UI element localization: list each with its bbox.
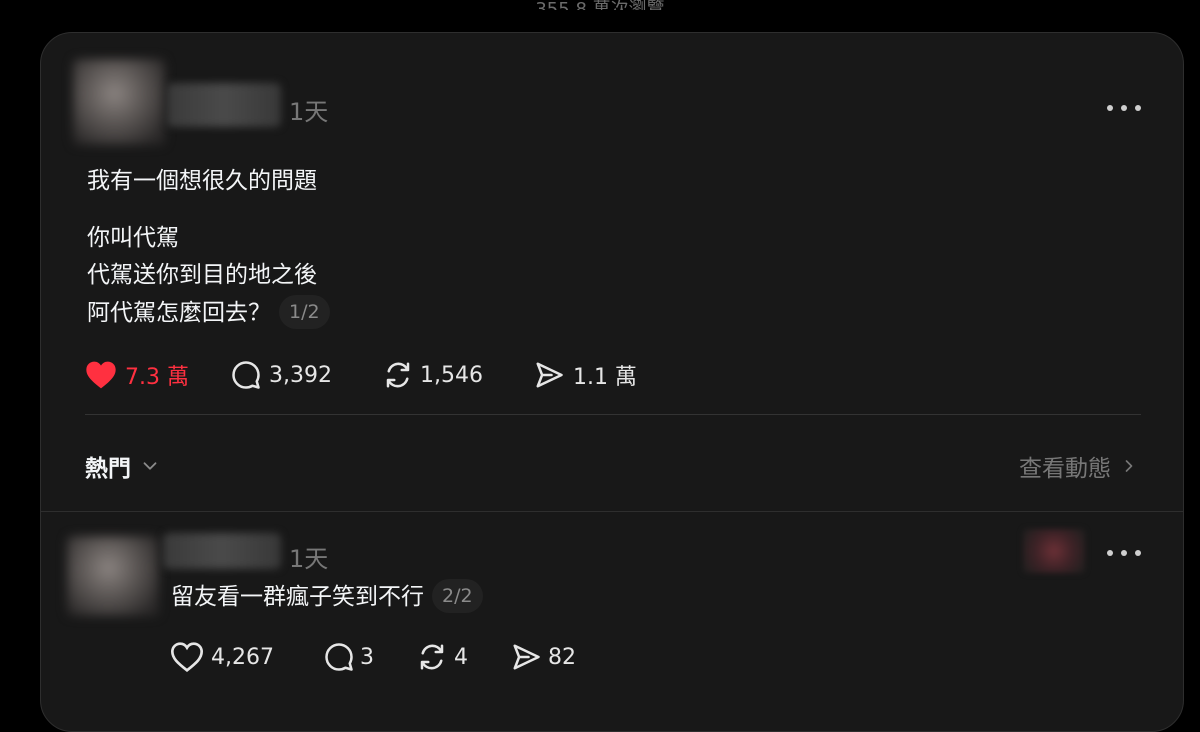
chevron-right-icon [1125,460,1133,472]
share-icon [536,362,563,388]
reply-avatar[interactable] [67,536,159,616]
post-line-4: 阿代駕怎麼回去？ 1/2 [87,294,330,332]
repost-icon [420,644,444,670]
reply-like-count: 4,267 [211,644,274,670]
reply-repost-button[interactable]: 4 [416,642,468,672]
reply-comment-count: 3 [359,644,374,670]
share-button[interactable]: 1.1 萬 [533,359,637,391]
chevron-down-icon [143,462,157,470]
heart-icon [171,642,203,672]
author-avatar[interactable] [73,59,165,145]
reply-repost-count: 4 [453,644,468,670]
sort-label: 熱門 [85,456,131,482]
reply-comment-button[interactable]: 3 [324,642,374,672]
like-button[interactable]: 7.3 萬 [85,359,189,391]
like-count: 7.3 萬 [125,365,189,390]
heart-icon [86,361,116,389]
share-icon [513,644,540,670]
comment-button[interactable]: 3,392 [231,360,332,390]
comment-icon [325,643,353,671]
view-activity-link[interactable]: 查看動態 [1019,449,1139,483]
reply-share-count: 82 [547,644,576,670]
section-divider [41,511,1183,512]
reply-text: 留友看一群瘋子笑到不行 [171,584,424,610]
reply-time: 1天 [289,545,329,573]
post-line-4-text: 阿代駕怎麼回去？ [87,300,271,326]
post-actions: 7.3 萬 3,392 1,546 1.1 萬 [85,359,637,391]
post-line-2: 你叫代駕 [87,225,179,251]
repost-button[interactable]: 1,546 [382,360,483,390]
view-count-hint: 355.8 萬次瀏覽 [0,0,1200,10]
sort-dropdown[interactable]: 熱門 [85,449,161,483]
reply-share-button[interactable]: 82 [510,642,576,672]
reply-body: 留友看一群瘋子笑到不行 2/2 [171,578,483,616]
repost-count: 1,546 [419,362,483,388]
reply-actions: 4,267 3 4 82 [171,642,576,672]
page-indicator: 1/2 [279,295,330,329]
reply-author-name[interactable] [163,533,281,569]
reply-like-button[interactable]: 4,267 [171,642,274,672]
reply-more-icon[interactable] [1107,549,1141,557]
comment-count: 3,392 [268,362,332,388]
comment-icon [232,361,260,389]
post-more-icon[interactable] [1107,104,1141,112]
author-name[interactable] [167,83,281,127]
post-line-3: 代駕送你到目的地之後 [87,262,317,288]
view-activity-label: 查看動態 [1019,456,1111,482]
post-divider [85,414,1141,415]
post-time: 1天 [289,98,329,126]
thread-card: 1天 我有一個想很久的問題 你叫代駕 代駕送你到目的地之後 阿代駕怎麼回去？ 1/… [40,32,1184,732]
reply-media-thumbnail[interactable] [1023,529,1085,573]
share-count: 1.1 萬 [572,365,637,390]
reply-page-indicator: 2/2 [432,579,483,613]
post-line-1: 我有一個想很久的問題 [87,168,317,194]
repost-icon [386,362,410,388]
